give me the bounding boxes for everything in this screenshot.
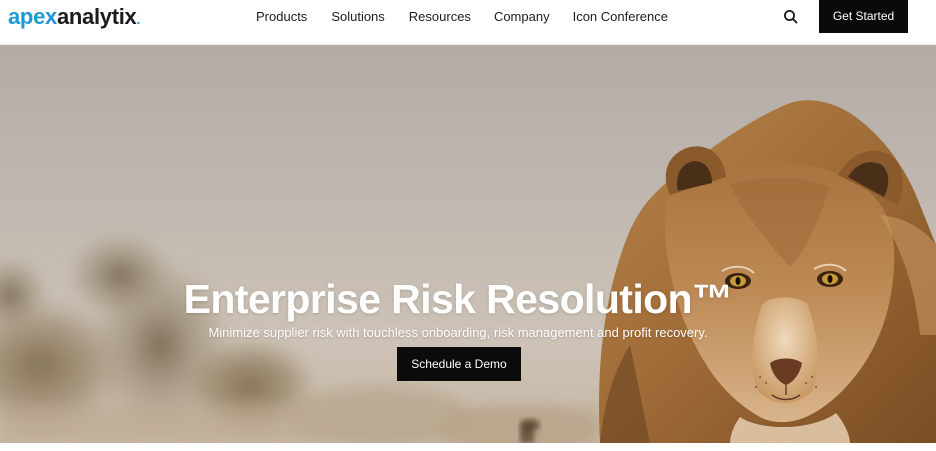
apexanalytix-logo[interactable]: apexanalytix. (8, 5, 140, 31)
logo-dot: . (136, 11, 141, 27)
get-started-button[interactable]: Get Started (819, 0, 908, 33)
nav-item-products[interactable]: Products (256, 9, 307, 25)
site-header: apexanalytix. Products Solutions Resourc… (0, 0, 936, 45)
nav-item-solutions[interactable]: Solutions (331, 9, 384, 25)
hero-subtitle: Minimize supplier risk with touchless on… (208, 325, 708, 340)
search-button[interactable] (782, 8, 800, 26)
hero-background-image (0, 45, 936, 443)
nav-item-company[interactable]: Company (494, 9, 550, 25)
logo-apex-text: apex (8, 4, 57, 29)
nav-item-icon-conference[interactable]: Icon Conference (573, 9, 668, 25)
schedule-demo-button[interactable]: Schedule a Demo (397, 347, 521, 381)
search-icon (784, 10, 798, 24)
main-nav: Products Solutions Resources Company Ico… (256, 9, 668, 25)
hero-section: Enterprise Risk Resolution™ Minimize sup… (0, 45, 936, 443)
logo-analytix-text: analytix (56, 4, 137, 29)
page-bottom-edge (0, 443, 936, 451)
hero-title: Enterprise Risk Resolution™ (183, 276, 733, 323)
nav-item-resources[interactable]: Resources (409, 9, 471, 25)
